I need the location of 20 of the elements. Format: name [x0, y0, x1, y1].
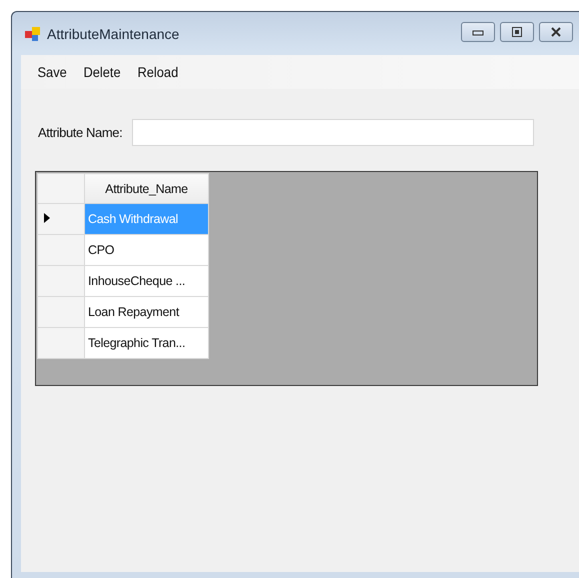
table-cell[interactable]: Loan Repayment: [84, 296, 208, 328]
menu-item[interactable]: Save: [31, 64, 74, 80]
window-title: AttributeMaintenance: [47, 26, 180, 42]
app-icon: [25, 26, 41, 42]
corner-header: [38, 174, 84, 204]
close-icon: [550, 26, 562, 38]
close-button[interactable]: [539, 22, 573, 42]
menu-item[interactable]: Reload: [131, 64, 186, 80]
menu-item[interactable]: Delete: [76, 64, 128, 80]
attribute-name-field[interactable]: [132, 119, 534, 146]
table-cell[interactable]: Telegraphic Tran...: [84, 328, 208, 358]
column-header[interactable]: Attribute_Name: [84, 174, 208, 204]
field-label: Attribute Name:: [38, 125, 122, 140]
table-cell[interactable]: CPO: [84, 234, 208, 266]
minimize-icon: [472, 28, 484, 36]
table-cell[interactable]: InhouseCheque ...: [84, 266, 208, 296]
maximize-button[interactable]: [500, 22, 534, 42]
minimize-button[interactable]: [461, 22, 495, 42]
row-header[interactable]: [38, 204, 84, 234]
restore-icon: [511, 26, 523, 38]
